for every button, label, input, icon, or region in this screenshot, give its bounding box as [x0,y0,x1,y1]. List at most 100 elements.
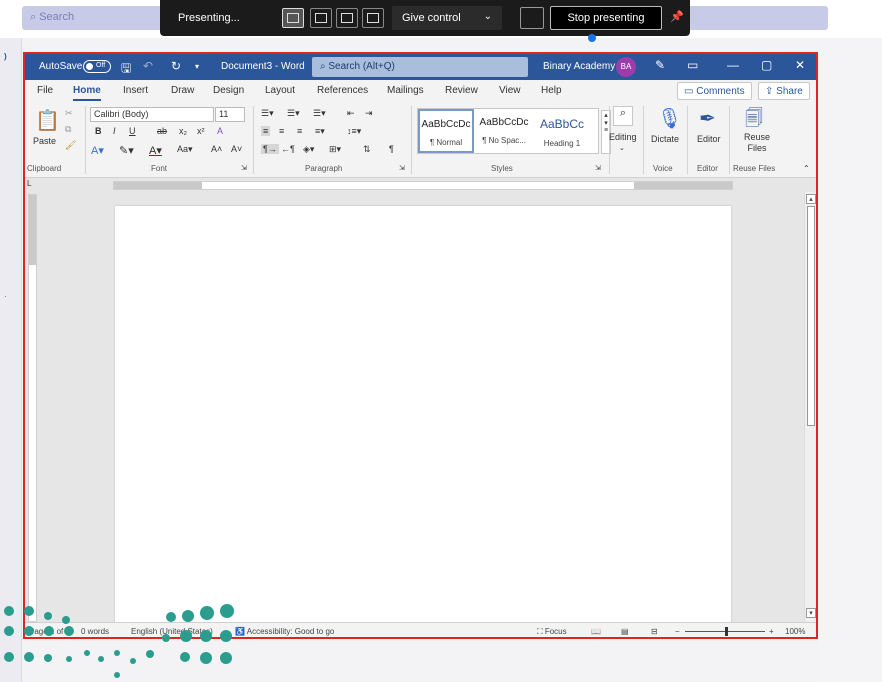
bullets-icon[interactable]: ☰▾ [261,108,274,119]
ribbon-display-icon[interactable]: ▭ [687,58,698,72]
reuse-files-icon[interactable]: 🗐 [745,106,769,132]
customize-qat-icon[interactable]: ▾ [195,62,199,71]
undo-icon[interactable]: ↶ [143,59,153,73]
clear-formatting-icon[interactable]: A [217,126,223,136]
redo-icon[interactable]: ↻ [171,59,181,73]
maximize-icon[interactable]: ▢ [761,58,772,72]
shading-icon[interactable]: ◈▾ [303,144,314,155]
search-icon[interactable]: ⌕ [613,106,633,126]
tab-mailings[interactable]: Mailings [387,85,424,96]
bold-icon[interactable]: B [95,126,102,136]
zoom-level[interactable]: 100% [785,627,805,636]
line-spacing-icon[interactable]: ↕≡▾ [347,126,361,137]
save-icon[interactable]: 🖫 [121,59,131,80]
zoom-out-icon[interactable]: − [675,627,680,636]
align-left-icon[interactable]: ≡ [261,126,271,136]
tab-file[interactable]: File [37,85,53,96]
stop-presenting-button[interactable]: Stop presenting [550,6,662,30]
scroll-up-icon[interactable]: ▴ [806,194,816,204]
font-name-box[interactable]: Calibri (Body) [90,107,214,122]
share-screen-icon[interactable] [520,7,544,29]
editor-icon[interactable]: ✒ [699,106,723,132]
vertical-scrollbar[interactable]: ▴ ▾ [804,192,816,622]
vertical-ruler[interactable] [28,194,37,622]
editor-button[interactable]: Editor [697,134,721,144]
tab-view[interactable]: View [499,85,521,96]
shrink-font-icon[interactable]: A˅ [231,144,242,154]
style-no-spacing[interactable]: AaBbCcDc ¶ No Spac... [476,109,532,153]
give-control-dropdown[interactable]: Give control ⌄ [392,6,502,30]
superscript-icon[interactable]: x² [197,126,205,136]
comments-button[interactable]: ▭ Comments [677,82,752,100]
avatar[interactable]: BA [616,57,636,77]
layout-side-by-side-icon[interactable] [336,8,358,28]
font-dialog-launcher-icon[interactable]: ⇲ [241,164,247,172]
format-painter-icon[interactable]: 🖌 [65,140,76,151]
align-center-icon[interactable]: ≡ [279,126,284,136]
layout-standout-icon[interactable] [310,8,332,28]
focus-button[interactable]: ⛶ Focus [537,627,567,637]
pin-icon[interactable]: 📌 [670,10,684,23]
rtl-icon[interactable]: ←¶ [281,144,295,154]
tab-home[interactable]: Home [73,85,101,101]
tab-selector-icon[interactable]: L [27,179,31,188]
highlight-icon[interactable]: ✎▾ [119,144,134,157]
font-color-icon[interactable]: A▾ [149,144,162,157]
subscript-icon[interactable]: x₂ [179,126,187,136]
paragraph-dialog-launcher-icon[interactable]: ⇲ [399,164,405,172]
share-button[interactable]: ⇪ Share [758,82,810,100]
justify-icon[interactable]: ≡▾ [315,126,325,137]
minimize-icon[interactable]: — [727,58,739,72]
reuse-files-button[interactable]: Reuse Files [739,132,775,154]
show-marks-icon[interactable]: ¶ [389,144,394,154]
borders-icon[interactable]: ⊞▾ [329,144,341,155]
layout-reporter-icon[interactable] [362,8,384,28]
font-size-box[interactable]: 11 [215,107,245,122]
tab-draw[interactable]: Draw [171,85,194,96]
dictate-button[interactable]: Dictate [651,134,679,144]
document-page[interactable] [115,206,731,626]
user-name[interactable]: Binary Academy [543,61,615,72]
chevron-down-icon[interactable]: ⌄ [619,144,625,152]
align-right-icon[interactable]: ≡ [297,126,302,136]
microphone-icon[interactable]: 🎙 [657,106,682,132]
underline-icon[interactable]: U [129,126,136,136]
zoom-in-icon[interactable]: + [769,627,774,636]
tab-insert[interactable]: Insert [123,85,148,96]
multilevel-list-icon[interactable]: ☰▾ [313,108,326,119]
paste-label[interactable]: Paste [33,136,56,146]
ruler-track[interactable] [113,181,733,190]
tab-layout[interactable]: Layout [265,85,295,96]
styles-dialog-launcher-icon[interactable]: ⇲ [595,164,601,172]
text-effects-icon[interactable]: A▾ [91,144,104,157]
change-case-icon[interactable]: Aa▾ [177,144,193,155]
scroll-down-icon[interactable]: ▾ [806,608,816,618]
layout-content-only-icon[interactable] [282,8,304,28]
editing-button[interactable]: Editing [609,132,637,142]
ltr-icon[interactable]: ¶→ [261,144,279,154]
style-heading-1[interactable]: AaBbCc Heading 1 [534,109,590,153]
numbering-icon[interactable]: ☰▾ [287,108,300,119]
accessibility-status[interactable]: ♿ Accessibility: Good to go [235,627,334,636]
paste-icon[interactable]: 📋 [35,108,60,134]
zoom-slider-thumb[interactable] [725,627,728,636]
web-layout-icon[interactable]: ⊟ [651,627,658,636]
strikethrough-icon[interactable]: ab [157,126,167,136]
scroll-thumb[interactable] [807,206,815,426]
increase-indent-icon[interactable]: ⇥ [365,108,373,119]
tab-review[interactable]: Review [445,85,478,96]
collapse-ribbon-icon[interactable]: ⌃ [803,164,810,173]
tab-help[interactable]: Help [541,85,562,96]
style-normal[interactable]: AaBbCcDc ¶ Normal [418,109,474,153]
copy-icon[interactable]: ⧉ [65,124,71,135]
pen-icon[interactable]: ✎ [655,58,665,72]
cut-icon[interactable]: ✂ [65,108,73,119]
autosave-toggle[interactable]: Off [83,60,111,73]
read-mode-icon[interactable]: 📖 [591,627,601,636]
sort-icon[interactable]: ⇅ [363,144,371,155]
print-layout-icon[interactable]: ▤ [621,627,629,636]
grow-font-icon[interactable]: A˄ [211,144,222,154]
decrease-indent-icon[interactable]: ⇤ [347,108,355,119]
tab-design[interactable]: Design [213,85,244,96]
italic-icon[interactable]: I [113,126,116,136]
